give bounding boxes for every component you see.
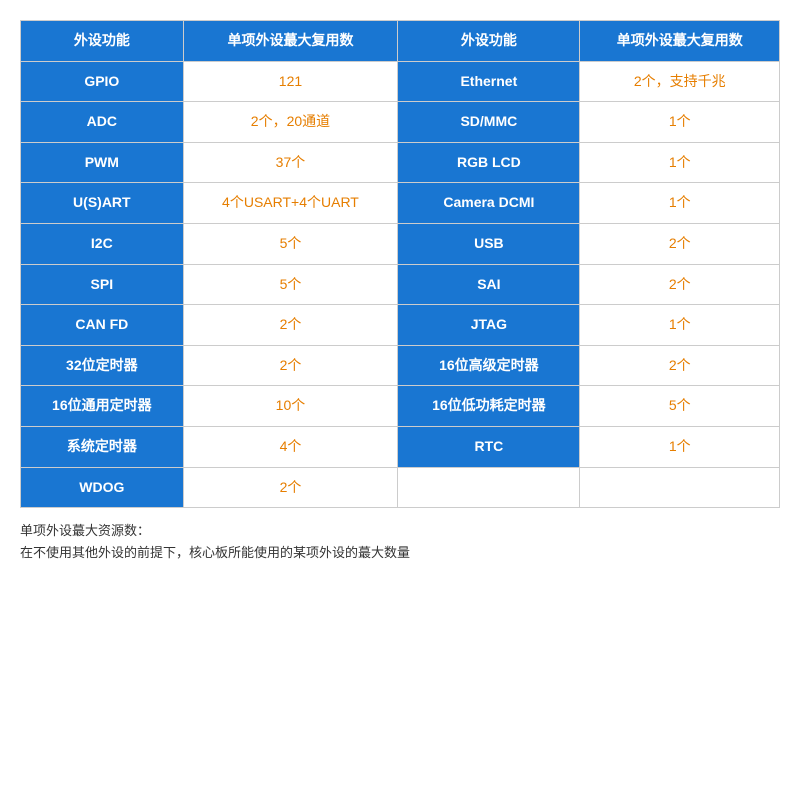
right-value-10 bbox=[580, 467, 780, 508]
right-value-9: 1个 bbox=[580, 426, 780, 467]
right-value-2: 1个 bbox=[580, 142, 780, 183]
left-value-3: 4个USART+4个UART bbox=[183, 183, 398, 224]
footnote-line2: 在不使用其他外设的前提下，核心板所能使用的某项外设的蕞大数量 bbox=[20, 542, 780, 564]
left-value-6: 2个 bbox=[183, 305, 398, 346]
left-name-7: 32位定时器 bbox=[21, 345, 184, 386]
left-name-0: GPIO bbox=[21, 61, 184, 102]
right-value-6: 1个 bbox=[580, 305, 780, 346]
right-name-1: SD/MMC bbox=[398, 102, 580, 143]
right-name-3: Camera DCMI bbox=[398, 183, 580, 224]
right-name-10 bbox=[398, 467, 580, 508]
right-name-5: SAI bbox=[398, 264, 580, 305]
footnote: 单项外设蕞大资源数： 在不使用其他外设的前提下，核心板所能使用的某项外设的蕞大数… bbox=[20, 520, 780, 564]
header-max-mux-1: 单项外设蕞大复用数 bbox=[183, 21, 398, 62]
right-name-4: USB bbox=[398, 223, 580, 264]
right-value-4: 2个 bbox=[580, 223, 780, 264]
left-value-4: 5个 bbox=[183, 223, 398, 264]
left-value-1: 2个，20通道 bbox=[183, 102, 398, 143]
header-peripheral-2: 外设功能 bbox=[398, 21, 580, 62]
left-value-7: 2个 bbox=[183, 345, 398, 386]
left-value-8: 10个 bbox=[183, 386, 398, 427]
right-name-9: RTC bbox=[398, 426, 580, 467]
right-name-8: 16位低功耗定时器 bbox=[398, 386, 580, 427]
right-value-7: 2个 bbox=[580, 345, 780, 386]
right-value-0: 2个，支持千兆 bbox=[580, 61, 780, 102]
right-name-2: RGB LCD bbox=[398, 142, 580, 183]
footnote-line1: 单项外设蕞大资源数： bbox=[20, 520, 780, 542]
right-name-0: Ethernet bbox=[398, 61, 580, 102]
left-name-4: I2C bbox=[21, 223, 184, 264]
left-name-5: SPI bbox=[21, 264, 184, 305]
right-value-5: 2个 bbox=[580, 264, 780, 305]
left-value-5: 5个 bbox=[183, 264, 398, 305]
left-value-0: 121 bbox=[183, 61, 398, 102]
left-value-2: 37个 bbox=[183, 142, 398, 183]
right-value-8: 5个 bbox=[580, 386, 780, 427]
left-name-2: PWM bbox=[21, 142, 184, 183]
right-value-3: 1个 bbox=[580, 183, 780, 224]
left-name-8: 16位通用定时器 bbox=[21, 386, 184, 427]
right-value-1: 1个 bbox=[580, 102, 780, 143]
left-name-9: 系统定时器 bbox=[21, 426, 184, 467]
left-name-1: ADC bbox=[21, 102, 184, 143]
right-name-6: JTAG bbox=[398, 305, 580, 346]
header-peripheral-1: 外设功能 bbox=[21, 21, 184, 62]
left-value-9: 4个 bbox=[183, 426, 398, 467]
right-name-7: 16位高级定时器 bbox=[398, 345, 580, 386]
left-name-6: CAN FD bbox=[21, 305, 184, 346]
header-max-mux-2: 单项外设蕞大复用数 bbox=[580, 21, 780, 62]
left-value-10: 2个 bbox=[183, 467, 398, 508]
left-name-10: WDOG bbox=[21, 467, 184, 508]
peripheral-table: 外设功能 单项外设蕞大复用数 外设功能 单项外设蕞大复用数 GPIO121Eth… bbox=[20, 20, 780, 508]
left-name-3: U(S)ART bbox=[21, 183, 184, 224]
